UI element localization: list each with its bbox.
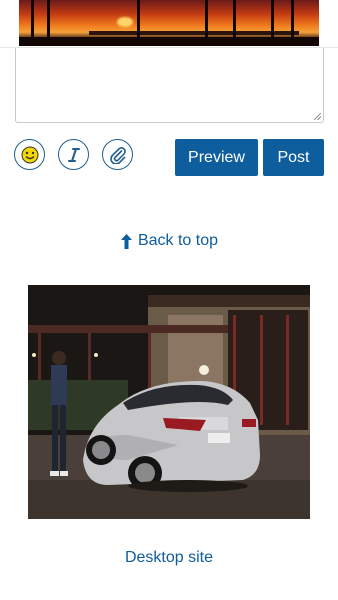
resize-grip-icon[interactable] <box>314 113 321 120</box>
ground-silhouette <box>19 37 319 46</box>
palm-tree <box>137 0 140 42</box>
desktop-site-label: Desktop site <box>124 549 214 566</box>
arrow-up-icon <box>120 233 132 249</box>
palm-tree <box>271 0 274 44</box>
back-to-top-label: Back to top <box>137 232 219 249</box>
italic-button[interactable] <box>58 139 89 170</box>
desktop-site-link[interactable]: Desktop site <box>0 549 338 567</box>
palm-tree <box>205 0 208 44</box>
car-photo[interactable] <box>28 285 310 519</box>
italic-icon <box>67 147 80 162</box>
preview-button[interactable]: Preview <box>175 139 258 176</box>
car-photo-image <box>28 285 310 519</box>
sun-shape <box>117 17 133 27</box>
preview-button-label: Preview <box>188 148 245 166</box>
post-button[interactable]: Post <box>263 139 324 176</box>
palm-tree <box>47 0 50 40</box>
pier-silhouette <box>89 31 299 35</box>
banner-image <box>19 0 319 46</box>
comment-textarea[interactable] <box>15 48 324 123</box>
smiley-face-icon <box>21 146 38 163</box>
attach-button[interactable] <box>102 139 133 170</box>
palm-tree <box>31 0 34 44</box>
back-to-top-link[interactable]: Back to top <box>0 232 338 250</box>
post-button-label: Post <box>277 148 310 166</box>
palm-tree <box>291 0 294 40</box>
palm-tree <box>233 0 236 40</box>
emoji-button[interactable] <box>14 139 45 170</box>
paperclip-icon <box>109 146 126 164</box>
